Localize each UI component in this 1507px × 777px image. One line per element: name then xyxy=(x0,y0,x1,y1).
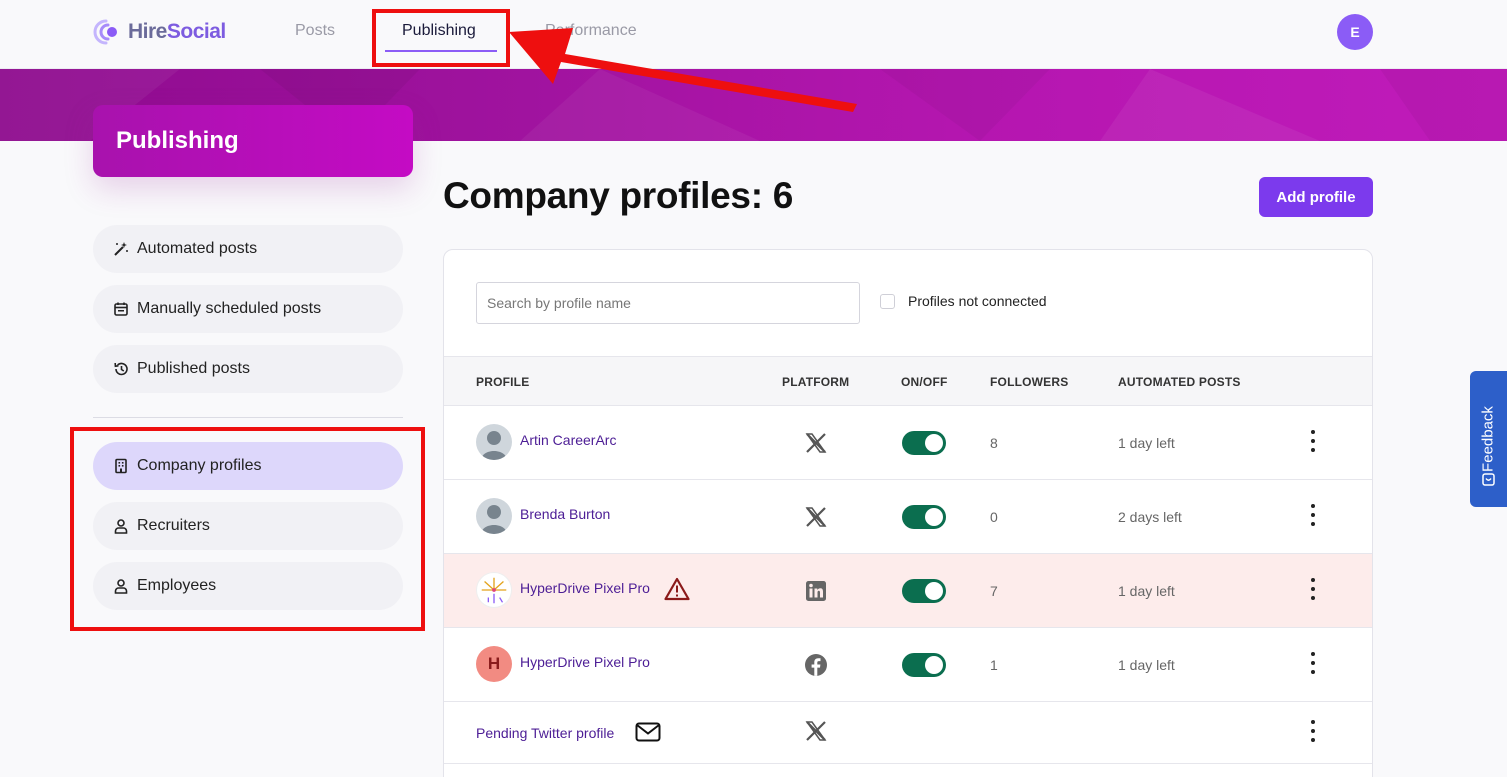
automated-posts-status: 1 day left xyxy=(1118,435,1175,451)
sidebar-item-label: Manually scheduled posts xyxy=(137,300,322,317)
profiles-not-connected-filter[interactable]: Profiles not connected xyxy=(880,293,1047,309)
fireworks-avatar xyxy=(476,572,512,608)
profile-name-link[interactable]: Artin CareerArc xyxy=(520,432,616,448)
annotation-arrow xyxy=(509,28,857,112)
nav-posts[interactable]: Posts xyxy=(295,22,335,40)
profile-toggle[interactable] xyxy=(902,505,946,529)
magic-wand-icon xyxy=(113,241,129,257)
sidebar-divider xyxy=(93,417,403,418)
followers-count: 0 xyxy=(990,509,998,525)
automated-posts-status: 2 days left xyxy=(1118,509,1182,525)
feedback-icon xyxy=(1482,473,1495,486)
facebook-icon xyxy=(805,654,827,676)
hiresocial-logo[interactable]: HireSocial xyxy=(92,18,226,46)
profile-name-link[interactable]: HyperDrive Pixel Pro xyxy=(520,654,650,670)
automated-posts-status: 1 day left xyxy=(1118,583,1175,599)
feedback-tab[interactable]: Feedback xyxy=(1470,371,1507,507)
annotation-box-sidebar xyxy=(70,427,425,631)
feedback-label: Feedback xyxy=(1479,406,1497,472)
column-header-platform: PLATFORM xyxy=(782,375,850,389)
row-menu-icon[interactable] xyxy=(1308,430,1318,452)
warning-icon[interactable] xyxy=(664,577,690,601)
x-icon xyxy=(805,507,827,527)
profiles-table-card: Profiles not connected PROFILE PLATFORM … xyxy=(443,249,1373,777)
letter-avatar: H xyxy=(476,646,512,682)
profile-toggle[interactable] xyxy=(902,431,946,455)
add-profile-button[interactable]: Add profile xyxy=(1259,177,1373,217)
column-header-automated-posts: AUTOMATED POSTS xyxy=(1118,375,1241,389)
user-avatar[interactable]: E xyxy=(1337,14,1373,50)
pending-profile-link[interactable]: Pending Twitter profile xyxy=(476,725,614,741)
x-icon xyxy=(805,433,827,453)
automated-posts-status: 1 day left xyxy=(1118,657,1175,673)
sidebar-item-published-posts[interactable]: Published posts xyxy=(93,345,403,393)
sidebar-item-automated-posts[interactable]: Automated posts xyxy=(93,225,403,273)
table-row-pending: Pending Twitter profile xyxy=(444,702,1372,764)
sidebar-item-label: Published posts xyxy=(137,360,250,377)
row-menu-icon[interactable] xyxy=(1308,720,1318,742)
profile-toggle[interactable] xyxy=(902,653,946,677)
section-title: Publishing xyxy=(116,127,239,154)
profile-toggle[interactable] xyxy=(902,579,946,603)
calendar-icon xyxy=(113,301,129,317)
filter-label: Profiles not connected xyxy=(908,293,1047,309)
table-row: Brenda Burton 0 2 days left xyxy=(444,480,1372,554)
table-row: H HyperDrive Pixel Pro 1 1 day left xyxy=(444,628,1372,702)
filter-checkbox[interactable] xyxy=(880,293,895,309)
default-avatar xyxy=(476,424,512,460)
x-icon xyxy=(805,721,827,741)
section-title-card: Publishing xyxy=(93,105,413,177)
table-row: Artin CareerArc 8 1 day left xyxy=(444,406,1372,480)
sidebar-item-manually-scheduled[interactable]: Manually scheduled posts xyxy=(93,285,403,333)
annotation-box-nav xyxy=(372,9,510,67)
table-row-warning: HyperDrive Pixel Pro 7 1 day left xyxy=(444,554,1372,628)
default-avatar xyxy=(476,498,512,534)
table-header: PROFILE PLATFORM ON/OFF FOLLOWERS AUTOMA… xyxy=(444,356,1372,406)
logo-text: HireSocial xyxy=(128,20,226,43)
row-menu-icon[interactable] xyxy=(1308,504,1318,526)
envelope-icon[interactable] xyxy=(635,722,661,742)
followers-count: 8 xyxy=(990,435,998,451)
search-input[interactable] xyxy=(476,282,860,324)
profile-name-link[interactable]: HyperDrive Pixel Pro xyxy=(520,580,650,596)
profile-name-link[interactable]: Brenda Burton xyxy=(520,506,610,522)
row-menu-icon[interactable] xyxy=(1308,652,1318,674)
column-header-profile: PROFILE xyxy=(476,375,530,389)
linkedin-icon xyxy=(806,581,826,601)
page-title: Company profiles: 6 xyxy=(443,175,793,216)
history-icon xyxy=(113,361,129,377)
column-header-followers: FOLLOWERS xyxy=(990,375,1069,389)
followers-count: 7 xyxy=(990,583,998,599)
logo-icon xyxy=(93,19,117,45)
row-menu-icon[interactable] xyxy=(1308,578,1318,600)
sidebar-item-label: Automated posts xyxy=(137,240,258,257)
followers-count: 1 xyxy=(990,657,998,673)
column-header-onoff: ON/OFF xyxy=(901,375,948,389)
